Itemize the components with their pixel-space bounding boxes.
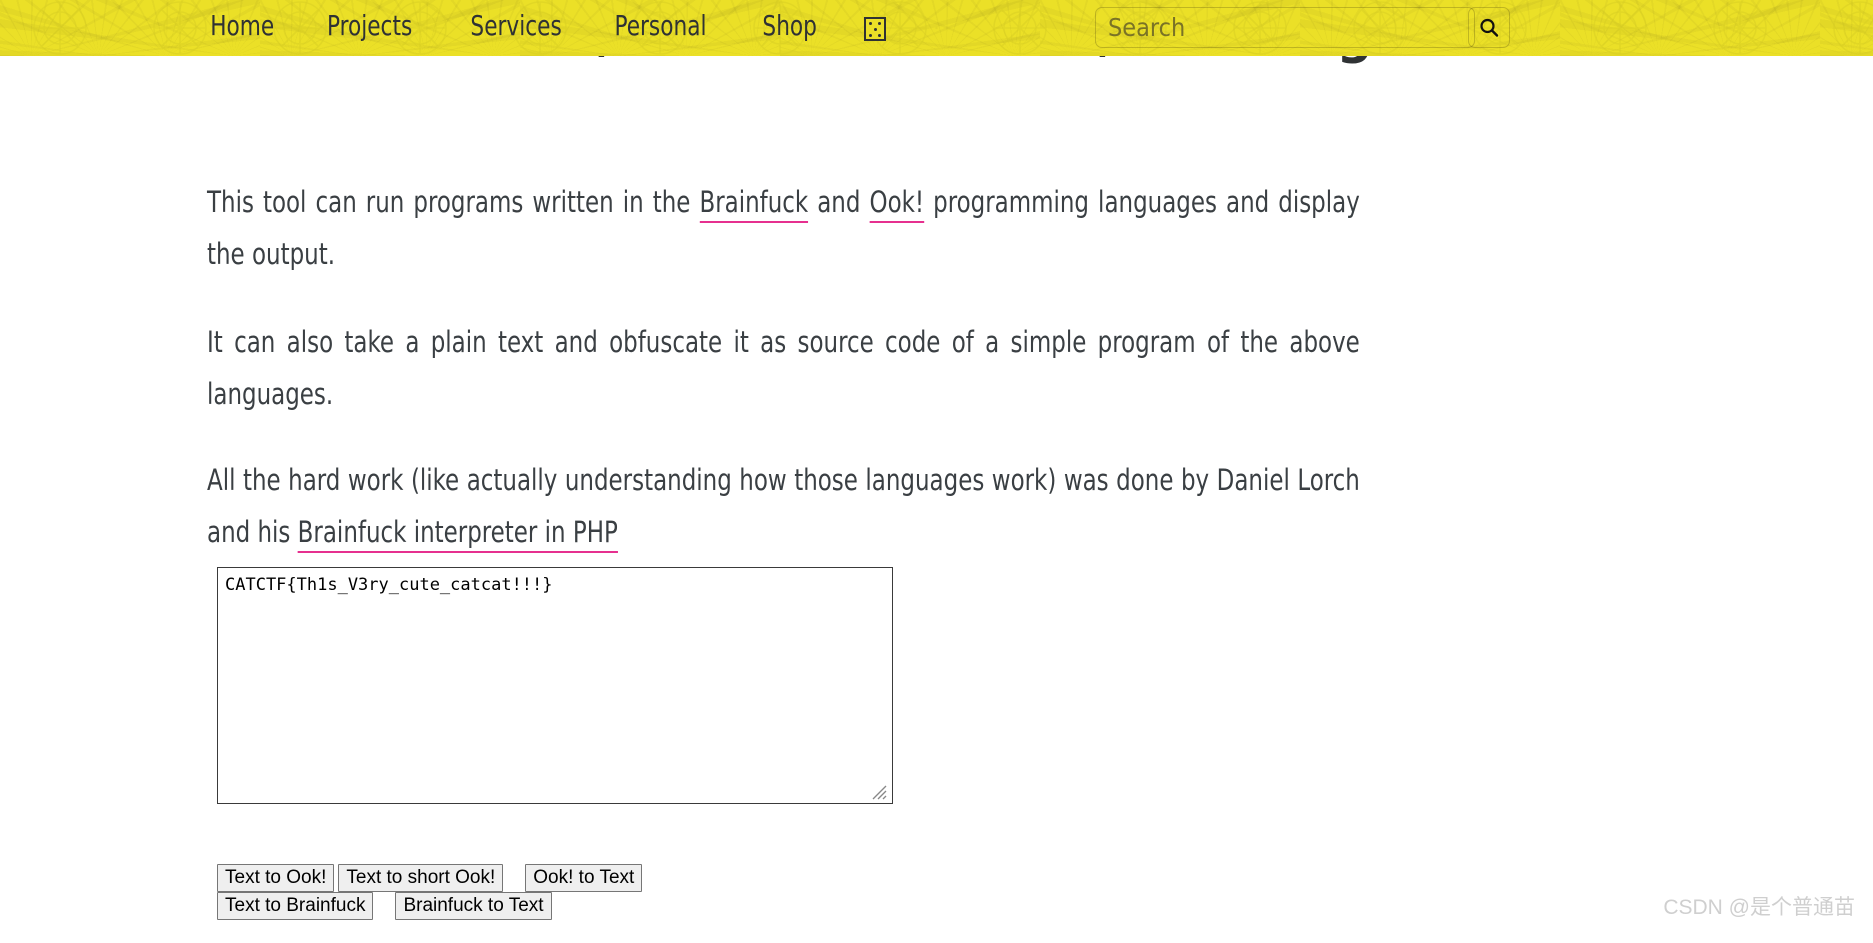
nav-item-personal[interactable]: Personal	[614, 9, 706, 42]
nav-item-shop[interactable]: Shop	[762, 9, 817, 42]
search-icon	[1480, 18, 1499, 37]
text-to-short-ook-button[interactable]: Text to short Ook!	[338, 864, 504, 892]
page-root: Brainfuck Ook/Ook! Obfuscation/Encoding	[0, 0, 1873, 943]
search-input[interactable]	[1095, 7, 1475, 48]
brainfuck-php-interpreter-link[interactable]: Brainfuck interpreter in PHP	[297, 515, 618, 553]
intro-paragraph-2: It can also take a plain text and obfusc…	[207, 325, 1360, 411]
ook-to-text-button[interactable]: Ook! to Text	[525, 864, 643, 892]
ook-button-row: Text to Ook! Text to short Ook! Ook! to …	[217, 864, 643, 892]
nav-item-projects[interactable]: Projects	[327, 9, 412, 42]
brainfuck-link[interactable]: Brainfuck	[699, 185, 809, 223]
brainfuck-button-row: Text to Brainfuck Brainfuck to Text	[217, 892, 552, 920]
csdn-watermark: CSDN @是个普通苗	[1663, 896, 1855, 919]
nav-item-home[interactable]: Home	[210, 9, 274, 42]
text-to-brainfuck-button[interactable]: Text to Brainfuck	[217, 892, 374, 920]
ook-link[interactable]: Ook!	[869, 185, 925, 223]
para1-text-a: This tool can run programs written in th…	[207, 185, 700, 219]
top-navigation-bar: Home Projects Services Personal Shop	[0, 0, 1873, 56]
text-to-ook-button[interactable]: Text to Ook!	[217, 864, 335, 892]
intro-paragraph-1: This tool can run programs written in th…	[207, 176, 1360, 280]
nav-item-services[interactable]: Services	[470, 9, 561, 42]
brainfuck-to-text-button[interactable]: Brainfuck to Text	[395, 892, 552, 920]
para1-text-b: and	[808, 185, 870, 219]
grid-dots-icon[interactable]	[864, 17, 886, 41]
code-input-textarea[interactable]	[217, 567, 893, 804]
intro-paragraph-3: All the hard work (like actually underst…	[207, 454, 1360, 558]
search-button[interactable]	[1468, 7, 1510, 48]
